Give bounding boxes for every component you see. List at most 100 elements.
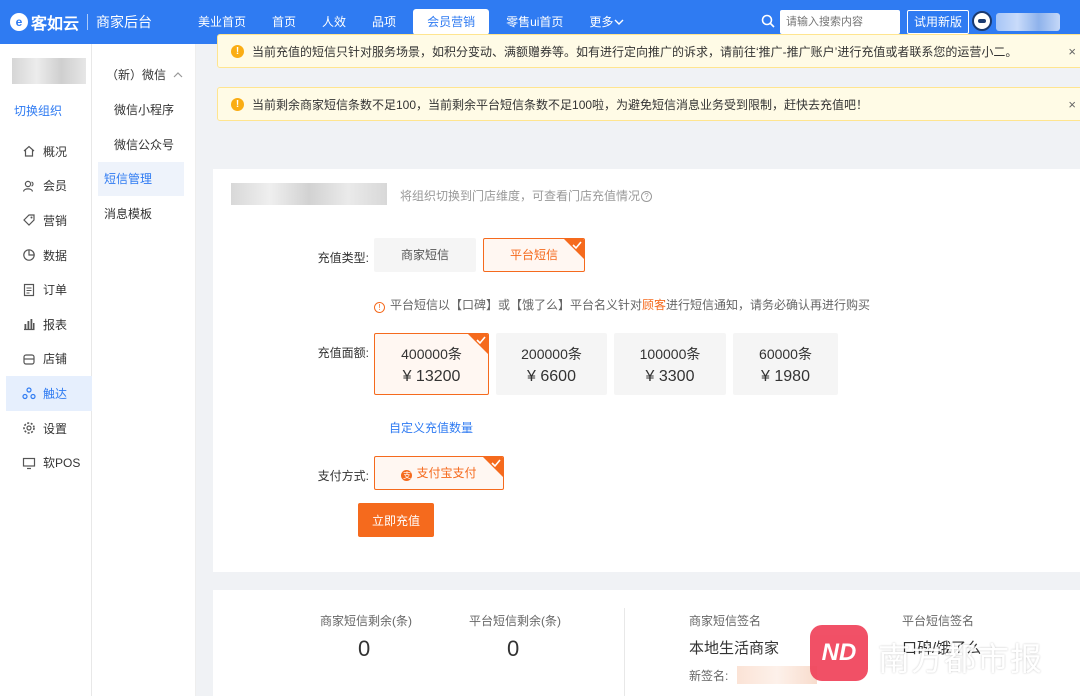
submenu-item-official-account[interactable]: 微信公众号 [98,128,184,162]
sidebar-item-label: 订单 [43,283,68,298]
chevron-up-icon [173,72,183,78]
store-selector-redacted[interactable] [231,183,387,205]
check-icon [476,336,486,345]
watermark-badge: ND [810,625,868,681]
submenu-group-wechat[interactable]: （新）微信 [98,58,184,92]
merchant-sms-remaining-value: 0 [358,636,371,661]
platform-signature-label: 平台短信签名 [902,614,975,628]
sidebar-item-orders[interactable]: 订单 [6,272,92,307]
nav-item-staff-efficiency[interactable]: 人效 [309,9,359,35]
avatar[interactable] [972,11,992,31]
sidebar-item-label: 软POS [43,456,81,471]
recharge-now-button[interactable]: 立即充值 [358,503,434,537]
platform-sms-notice: ! 平台短信以【口碑】或【饿了么】平台名义针对顾客进行短信通知，请务必确认再进行购… [374,296,870,313]
alipay-icon: 支 [401,470,413,481]
info-icon: ! [374,302,385,313]
nav-item-member-marketing[interactable]: 会员营销 [413,9,490,35]
platform-sms-remaining-value: 0 [507,636,520,661]
sidebar-item-settings[interactable]: 设置 [6,411,92,446]
custom-amount-link[interactable]: 自定义充值数量 [389,419,473,436]
tag-icon [23,214,35,227]
sidebar-item-label: 设置 [43,421,68,436]
org-name-redacted [12,58,86,84]
submenu-group-label: （新）微信 [106,68,167,82]
try-new-version-button[interactable]: 试用新版 [907,10,970,34]
new-signature-label: 新签名: [689,669,729,683]
platform-sms-remaining-label: 平台短信剩余(条) [469,614,561,628]
type-option-platform-sms[interactable]: 平台短信 [483,238,585,272]
alert-sms-scope: ! 当前充值的短信只针对服务场景，如积分变动、满额赠券等。如有进行定向推广的诉求… [217,34,1080,68]
sidebar-item-reach[interactable]: 触达 [6,376,92,411]
logo-divider [87,14,89,30]
help-icon[interactable]: ? [641,191,653,203]
warning-icon: ! [231,44,244,58]
doc-icon [23,283,35,296]
submenu-item-message-templates[interactable]: 消息模板 [98,197,184,231]
sidebar-item-label: 营销 [43,213,68,228]
store-icon [23,354,35,365]
stats-divider [624,608,625,696]
amount-option-200000[interactable]: 200000条 ¥ 6600 [496,333,607,395]
payment-option-alipay[interactable]: 支支付宝支付 [374,456,504,490]
nav-item-home[interactable]: 首页 [259,9,309,35]
notice-highlight: 顾客 [642,298,667,312]
sidebar-item-reports[interactable]: 报表 [6,307,92,342]
search-icon[interactable] [761,14,775,28]
submenu-item-sms-management[interactable]: 短信管理 [98,162,184,196]
logo[interactable]: e 客如云 商家后台 [10,11,152,33]
amount-option-400000[interactable]: 400000条 ¥ 13200 [374,333,489,395]
check-icon [491,459,501,468]
recharge-amount-label: 充值面额: [317,346,369,360]
close-icon[interactable]: × [1068,97,1076,112]
monitor-icon [22,457,36,469]
sidebar-item-soft-pos[interactable]: 软POS [6,445,92,480]
logo-mark-icon: e [10,13,28,31]
search-input[interactable] [780,10,900,34]
notice-prefix: 平台短信以【口碑】或【饿了么】平台名义针对 [390,298,643,312]
watermark-text: 南方都市报 [878,641,1044,677]
nav-item-more[interactable]: 更多 [576,9,637,35]
primary-sidebar: 切换组织 概况 会员 营销 数据 订单 报表 店铺 触达 设置 软POS [0,44,92,696]
check-icon [572,241,582,250]
amount-qty: 60000条 [759,346,812,362]
notice-suffix: 进行短信通知，请务必确认再进行购买 [666,298,871,312]
secondary-sidebar: （新）微信 微信小程序 微信公众号 短信管理 消息模板 [92,44,196,696]
nav-more-label: 更多 [589,15,614,29]
sidebar-item-label: 概况 [43,144,68,159]
merchant-signature-value: 本地生活商家 [689,640,780,657]
payment-option-label: 支付宝支付 [416,466,477,480]
user-name-redacted[interactable] [996,13,1060,31]
switch-org-link[interactable]: 切换组织 [14,102,62,119]
recharge-card: 将组织切换到门店维度，可查看门店充值情况? 充值类型: 商家短信 平台短信 ! 平… [213,169,1080,572]
sidebar-item-marketing[interactable]: 营销 [6,203,92,238]
amount-option-60000[interactable]: 60000条 ¥ 1980 [733,333,838,395]
merchant-sms-remaining-label: 商家短信剩余(条) [320,614,412,628]
bar-chart-icon [24,319,35,331]
nav-item-retail-ui-home[interactable]: 零售ui首页 [493,9,576,35]
pie-icon [23,249,35,261]
sidebar-item-data[interactable]: 数据 [6,238,92,273]
amount-price: ¥ 6600 [527,368,576,385]
type-option-merchant-sms[interactable]: 商家短信 [374,238,476,272]
sidebar-item-label: 数据 [43,248,68,263]
type-option-label: 平台短信 [509,248,558,262]
close-icon[interactable]: × [1068,44,1076,59]
merchant-signature-label: 商家短信签名 [689,614,762,628]
sidebar-item-label: 报表 [43,317,68,332]
new-signature-redacted [737,666,817,684]
submenu-item-mini-program[interactable]: 微信小程序 [98,93,184,127]
recharge-type-label: 充值类型: [317,251,369,265]
nav-item-items[interactable]: 品项 [359,9,409,35]
warning-icon: ! [231,97,244,111]
sidebar-item-label: 店铺 [43,352,68,367]
sidebar-item-members[interactable]: 会员 [6,169,92,204]
amount-option-100000[interactable]: 100000条 ¥ 3300 [614,333,726,395]
sidebar-item-overview[interactable]: 概况 [6,134,92,169]
user-icon [22,180,34,192]
nav-item-beauty-home[interactable]: 美业首页 [185,9,259,35]
gear-icon [23,422,35,434]
sidebar-item-stores[interactable]: 店铺 [6,342,92,377]
logo-text: 客如云 [31,16,80,33]
amount-price: ¥ 13200 [402,368,461,385]
amount-price: ¥ 1980 [761,368,810,385]
